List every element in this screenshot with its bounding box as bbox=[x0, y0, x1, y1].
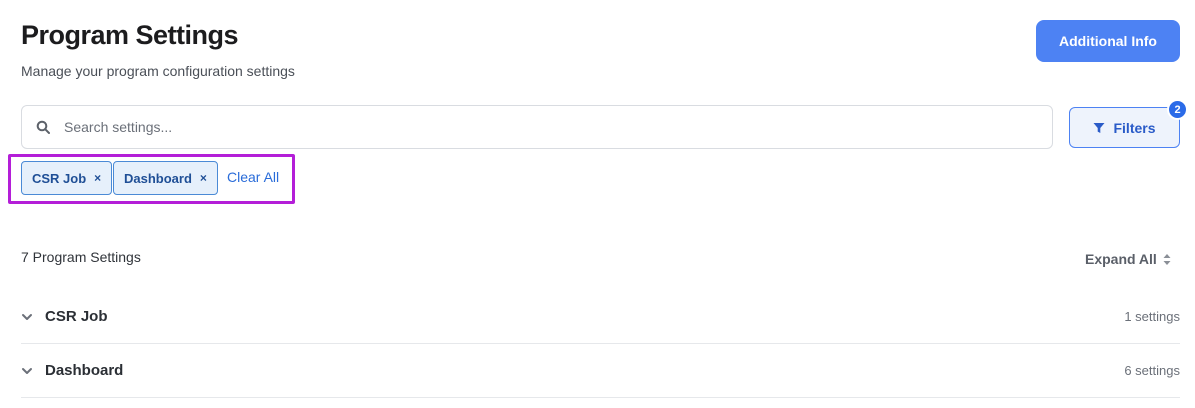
group-name: CSR Job bbox=[45, 308, 108, 325]
chip-label: CSR Job bbox=[32, 170, 87, 186]
search-icon bbox=[36, 120, 50, 134]
filters-label: Filters bbox=[1113, 119, 1156, 136]
close-icon[interactable]: × bbox=[94, 171, 101, 185]
search-input[interactable] bbox=[64, 119, 1052, 135]
sort-arrows-icon bbox=[1163, 253, 1171, 265]
settings-group-csr-job[interactable]: CSR Job 1 settings bbox=[21, 290, 1180, 344]
group-settings-count: 1 settings bbox=[1124, 309, 1180, 324]
group-settings-count: 6 settings bbox=[1124, 363, 1180, 378]
page-title: Program Settings bbox=[21, 20, 239, 50]
filters-button[interactable]: Filters bbox=[1069, 107, 1180, 148]
group-name: Dashboard bbox=[45, 362, 124, 379]
clear-all-link[interactable]: Clear All bbox=[227, 169, 279, 185]
page-subtitle: Manage your program configuration settin… bbox=[21, 63, 295, 79]
settings-count: 7 Program Settings bbox=[21, 249, 141, 265]
chip-label: Dashboard bbox=[124, 170, 192, 186]
chevron-down-icon[interactable] bbox=[21, 365, 33, 377]
additional-info-button[interactable]: Additional Info bbox=[1036, 20, 1180, 62]
program-settings-page: Program Settings Manage your program con… bbox=[0, 0, 1195, 408]
filter-chip-csr-job[interactable]: CSR Job × bbox=[21, 161, 113, 195]
settings-group-dashboard[interactable]: Dashboard 6 settings bbox=[21, 344, 1180, 398]
expand-all-label: Expand All bbox=[1085, 251, 1157, 267]
filter-chip-dashboard[interactable]: Dashboard × bbox=[113, 161, 218, 195]
filter-count-badge: 2 bbox=[1167, 99, 1188, 120]
close-icon[interactable]: × bbox=[200, 171, 207, 185]
funnel-icon bbox=[1093, 122, 1105, 133]
expand-all-button[interactable]: Expand All bbox=[1085, 251, 1171, 267]
chevron-down-icon[interactable] bbox=[21, 311, 33, 323]
search-bar[interactable] bbox=[21, 105, 1053, 149]
